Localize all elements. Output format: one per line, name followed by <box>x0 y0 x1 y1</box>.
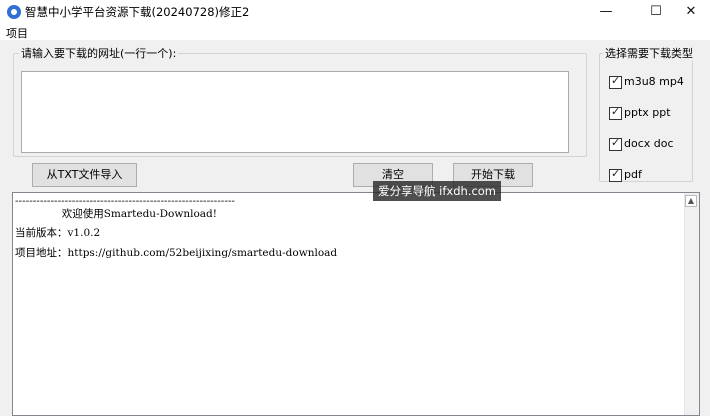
window-title: 智慧中小学平台资源下载(20240728)修正2 <box>25 5 250 19</box>
checkbox-ppt-label: pptx ppt <box>624 106 671 119</box>
log-line: 欢迎使用Smartedu-Download! <box>15 208 217 220</box>
log-scrollbar[interactable]: ▲ <box>684 193 699 415</box>
log-line: 当前版本：v1.0.2 <box>15 227 101 239</box>
checkbox-pdf[interactable] <box>609 167 622 182</box>
import-txt-button[interactable]: 从TXT文件导入 <box>32 163 137 187</box>
url-group-label: 请输入要下载的网址(一行一个): <box>19 45 179 61</box>
minimize-button[interactable]: — <box>590 0 622 24</box>
checkbox-ppt[interactable] <box>609 105 622 120</box>
checkbox-doc[interactable] <box>609 136 622 151</box>
menu-bar: 项目 <box>0 24 710 40</box>
url-input[interactable] <box>21 71 569 153</box>
checkbox-video[interactable] <box>609 74 622 89</box>
log-output[interactable]: ----------------------------------------… <box>12 192 700 416</box>
maximize-button[interactable]: ☐ <box>640 0 672 24</box>
watermark-overlay: 爱分享导航 ifxdh.com <box>373 181 502 201</box>
scroll-up-arrow-icon[interactable]: ▲ <box>685 195 697 207</box>
menu-item-project[interactable]: 项目 <box>6 25 28 41</box>
checkbox-pdf-label: pdf <box>624 168 642 181</box>
close-button[interactable]: ✕ <box>675 0 707 24</box>
checkbox-video-label: m3u8 mp4 <box>624 75 684 88</box>
type-group-label: 选择需要下载类型 <box>603 45 695 61</box>
checkbox-doc-label: docx doc <box>624 137 674 150</box>
log-line: 项目地址：https://github.com/52beijixing/smar… <box>15 247 338 259</box>
app-logo-icon <box>7 5 21 19</box>
title-bar: 智慧中小学平台资源下载(20240728)修正2 — ☐ ✕ <box>0 0 710 24</box>
